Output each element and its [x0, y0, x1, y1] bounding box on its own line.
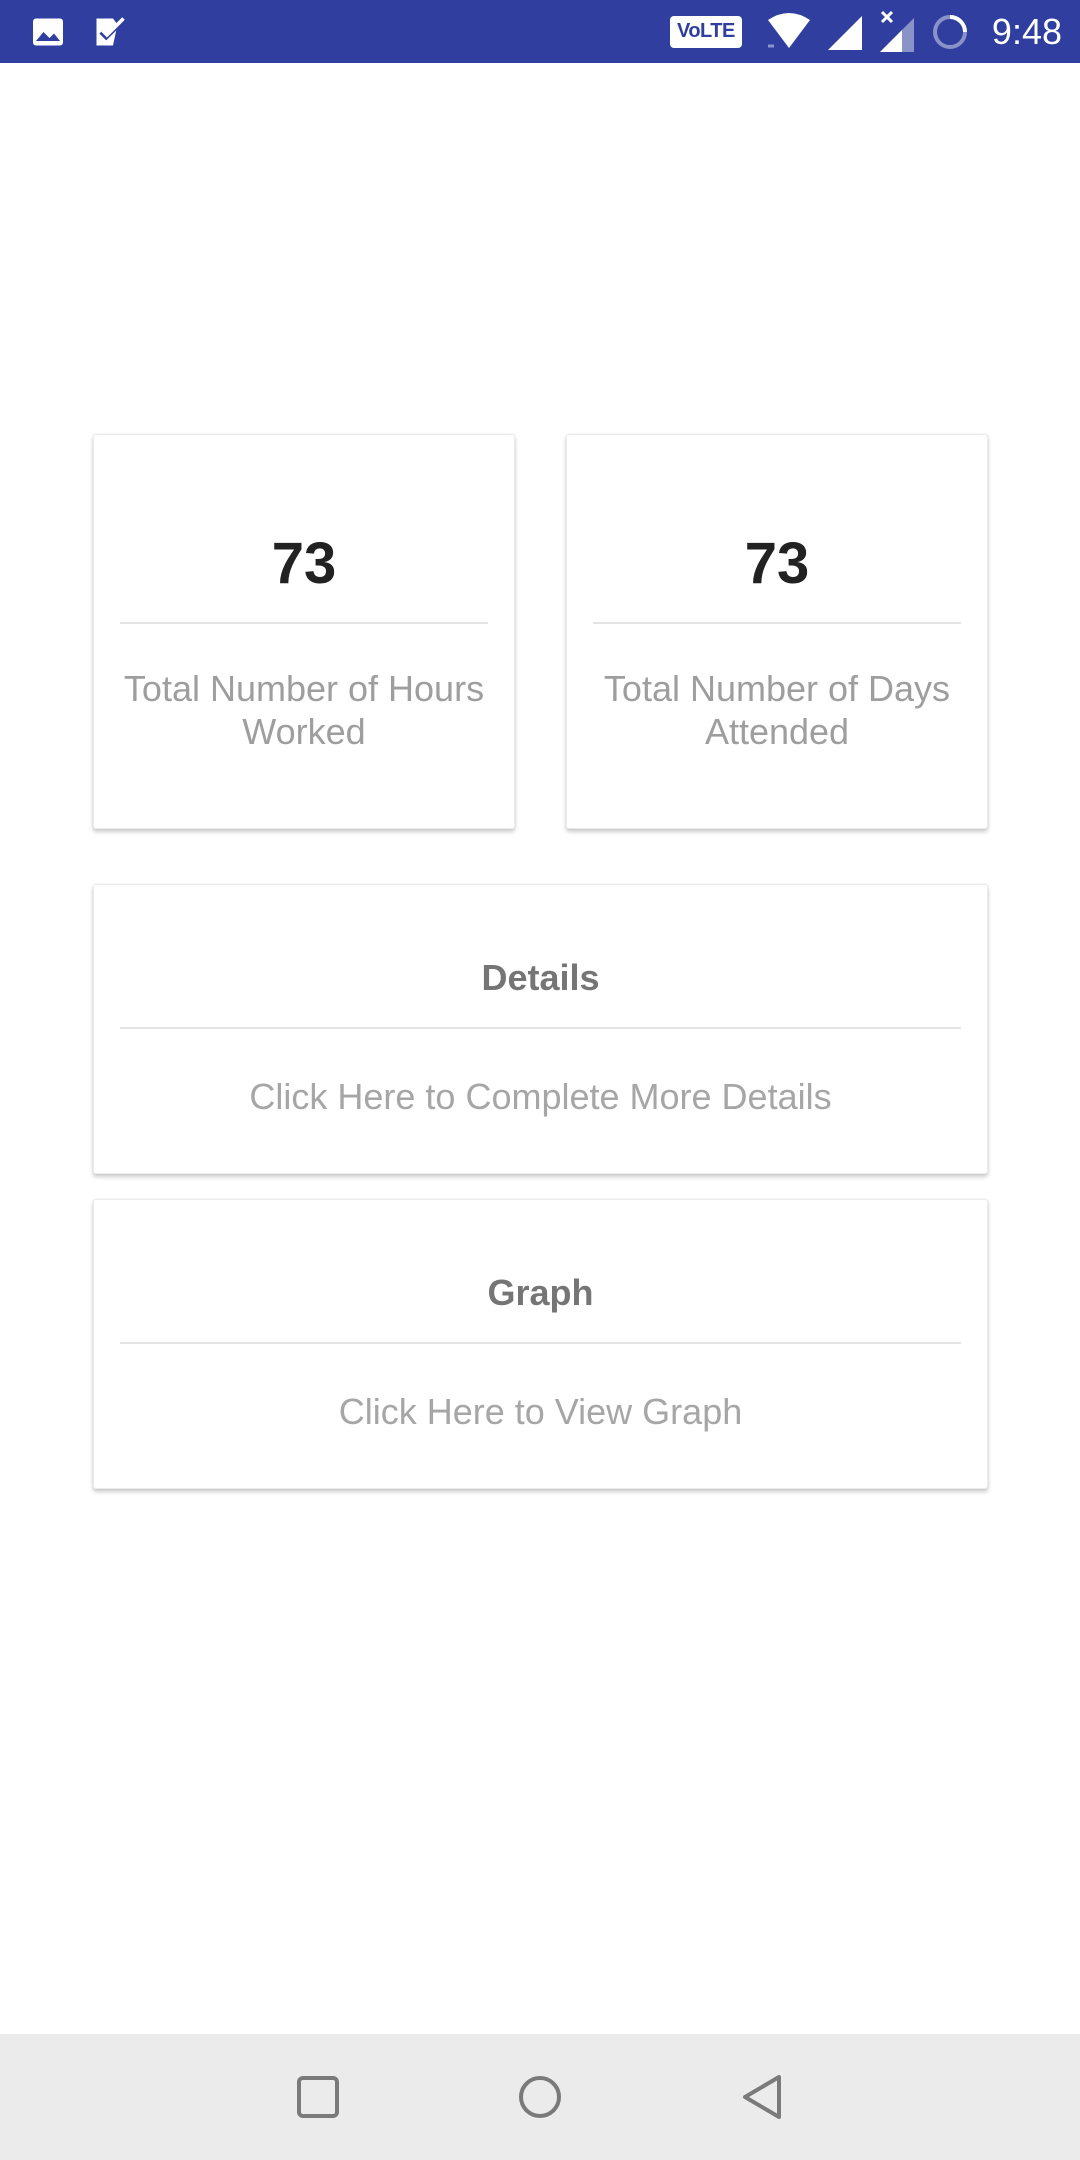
graph-title: Graph: [487, 1272, 594, 1313]
clock-time: 9:48: [991, 10, 1062, 52]
task-check-icon: [96, 17, 125, 46]
volte-badge: VoLTE: [669, 15, 742, 48]
card-divider: [120, 1027, 961, 1029]
days-attended-card: 73 Total Number of Days Attended: [566, 434, 988, 829]
status-bar: VoLTE 9:48: [0, 0, 1080, 63]
details-card[interactable]: Details Click Here to Complete More Deta…: [93, 884, 988, 1174]
graph-subtitle: Click Here to View Graph: [338, 1391, 743, 1432]
days-attended-label: Total Number of Days Attended: [603, 668, 951, 752]
details-title: Details: [481, 957, 600, 998]
card-divider: [120, 1342, 961, 1344]
signal-icon: [827, 15, 862, 50]
hours-worked-label: Total Number of Hours Worked: [123, 668, 485, 752]
card-divider: [120, 622, 488, 624]
recents-square-icon: [297, 2076, 339, 2118]
home-circle-icon: [519, 2076, 561, 2118]
image-icon: [33, 18, 63, 46]
wifi-icon: [767, 12, 810, 48]
recents-button[interactable]: [288, 2067, 348, 2127]
hours-worked-card: 73 Total Number of Hours Worked: [93, 434, 515, 829]
signal-no-data-icon: [879, 10, 914, 52]
hours-worked-value: 73: [271, 531, 337, 596]
home-button[interactable]: [510, 2067, 570, 2127]
navigation-bar: [0, 2034, 1080, 2160]
days-attended-value: 73: [744, 531, 810, 596]
graph-card[interactable]: Graph Click Here to View Graph: [93, 1199, 988, 1489]
details-subtitle: Click Here to Complete More Details: [249, 1076, 832, 1117]
back-triangle-icon: [743, 2075, 781, 2119]
back-button[interactable]: [733, 2067, 793, 2127]
card-divider: [593, 622, 961, 624]
sync-icon: [932, 14, 967, 49]
